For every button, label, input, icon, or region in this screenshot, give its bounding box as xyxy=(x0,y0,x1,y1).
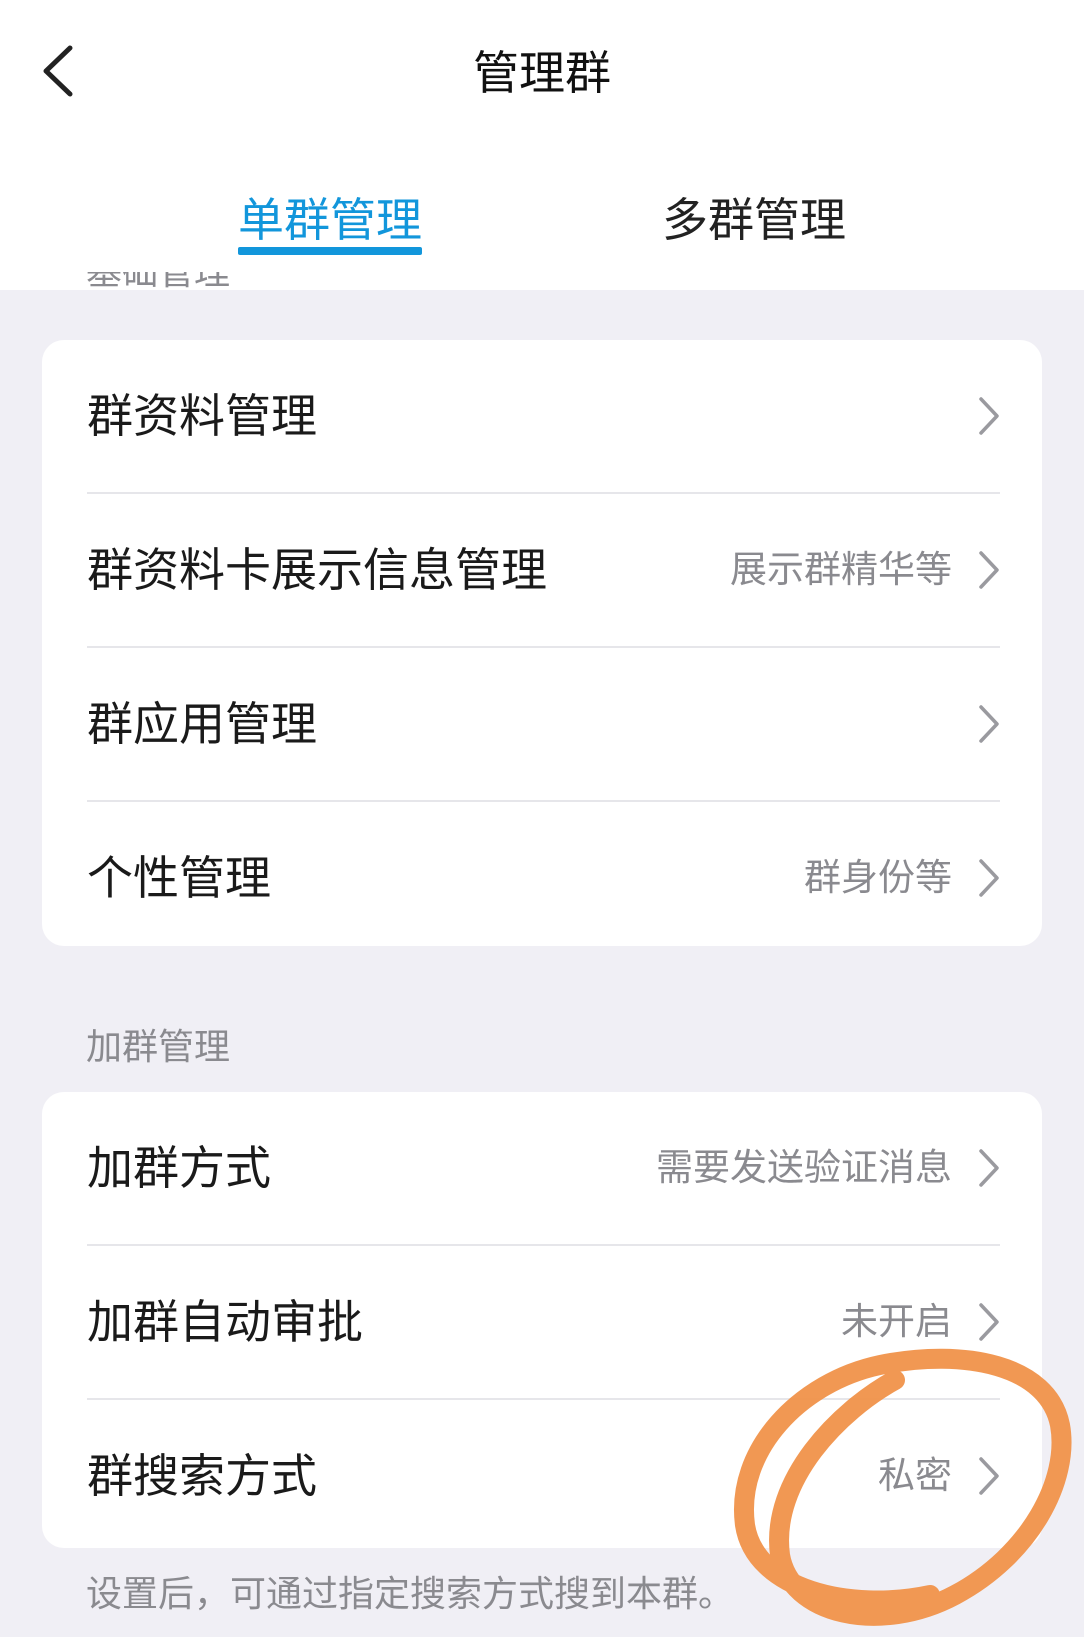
row-title: 群资料管理 xyxy=(87,389,317,443)
chevron-right-icon xyxy=(976,1454,1002,1498)
basic-management-card: 群资料管理 群资料卡展示信息管理 展示群精华等 群应用管理 个性管理 群身份等 xyxy=(42,340,1042,946)
row-title: 加群自动审批 xyxy=(87,1295,363,1349)
row-title: 群搜索方式 xyxy=(87,1449,317,1503)
row-search-method[interactable]: 群搜索方式 私密 xyxy=(42,1400,1042,1548)
row-value: 私密 xyxy=(878,1454,952,1497)
chevron-right-icon xyxy=(976,702,1002,746)
section-label-basic: 基础管理 xyxy=(86,272,230,290)
join-management-card: 加群方式 需要发送验证消息 加群自动审批 未开启 群搜索方式 私密 xyxy=(42,1092,1042,1548)
section-label-basic-text: 基础管理 xyxy=(86,272,230,290)
tab-bar: 单群管理 多群管理 xyxy=(0,140,1084,290)
row-group-profile[interactable]: 群资料管理 xyxy=(42,340,1042,492)
row-title: 群资料卡展示信息管理 xyxy=(87,543,547,597)
row-group-apps[interactable]: 群应用管理 xyxy=(42,648,1042,800)
tab-single-group[interactable]: 单群管理 xyxy=(238,185,422,255)
row-personalization[interactable]: 个性管理 群身份等 xyxy=(42,802,1042,946)
chevron-right-icon xyxy=(976,548,1002,592)
active-tab-indicator xyxy=(238,247,422,255)
top-navigation-bar: 管理群 xyxy=(0,0,1084,140)
row-value: 展示群精华等 xyxy=(730,548,952,591)
chevron-right-icon xyxy=(976,1300,1002,1344)
chevron-right-icon xyxy=(976,856,1002,900)
row-value: 群身份等 xyxy=(804,856,952,899)
row-auto-approval[interactable]: 加群自动审批 未开启 xyxy=(42,1246,1042,1398)
row-value: 未开启 xyxy=(841,1300,952,1343)
tab-multi-group[interactable]: 多群管理 xyxy=(662,185,846,255)
row-title: 群应用管理 xyxy=(87,697,317,751)
row-value: 需要发送验证消息 xyxy=(656,1146,952,1189)
row-join-method[interactable]: 加群方式 需要发送验证消息 xyxy=(42,1092,1042,1244)
row-title: 加群方式 xyxy=(87,1141,271,1195)
chevron-right-icon xyxy=(976,394,1002,438)
row-profile-card-display[interactable]: 群资料卡展示信息管理 展示群精华等 xyxy=(42,494,1042,646)
row-title: 个性管理 xyxy=(87,851,271,905)
chevron-right-icon xyxy=(976,1146,1002,1190)
section-label-join: 加群管理 xyxy=(86,1027,231,1068)
page-title: 管理群 xyxy=(473,46,611,100)
search-method-note: 设置后，可通过指定搜索方式搜到本群。 xyxy=(86,1574,735,1615)
